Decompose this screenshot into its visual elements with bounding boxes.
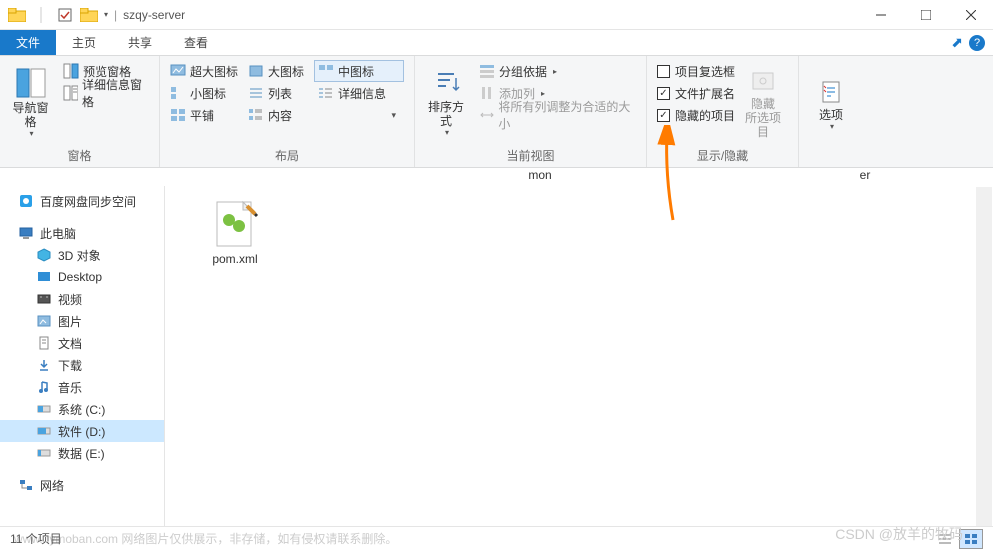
nav-downloads[interactable]: 下载 [0,354,164,376]
sort-by-button[interactable]: 排序方式 ▾ [421,60,471,145]
tab-home[interactable]: 主页 [56,30,112,55]
checkbox-icon: ✓ [657,87,670,100]
details-view-button[interactable]: 详细信息 [314,82,404,104]
tab-share[interactable]: 共享 [112,30,168,55]
item-checkboxes-toggle[interactable]: 项目复选框 [653,60,739,82]
folder-icon [6,4,28,26]
nav-baidu[interactable]: 百度网盘同步空间 [0,190,164,212]
group-layout-label: 布局 [160,145,414,167]
xml-file-icon [211,200,259,248]
layout-more[interactable]: ▾ [314,104,400,126]
close-button[interactable] [948,0,993,30]
window-title: szqy-server [123,8,185,22]
group-show-hide: 项目复选框 ✓文件扩展名 ✓隐藏的项目 隐藏 所选项目 显示/隐藏 [647,56,799,167]
list-button[interactable]: 列表 [244,82,314,104]
options-button[interactable]: 选项 ▾ [805,60,857,148]
help-icon[interactable]: ? [969,35,985,51]
maximize-button[interactable] [903,0,948,30]
small-icons-button[interactable]: 小图标 [166,82,244,104]
group-show-hide-label: 显示/隐藏 [647,145,798,167]
nav-pane: 百度网盘同步空间 此电脑 3D 对象 Desktop 视频 图片 文档 下载 音… [0,186,165,527]
window-controls [858,0,993,30]
group-pane: 导航窗格 ▾ 预览窗格 详细信息窗格 窗格 [0,56,160,167]
group-options: 选项 ▾ [799,56,993,167]
minimize-ribbon-icon[interactable]: ⬈ [951,34,963,51]
extra-large-icons-button[interactable]: 超大图标 [166,60,244,82]
nav-drive-e[interactable]: 数据 (E:) [0,442,164,464]
checkbox-icon [657,65,670,78]
group-current-view-label: 当前视图 [415,145,646,167]
group-current-view: 排序方式 ▾ 分组依据▸ 添加列▸ 将所有列调整为合适的大小 当前视图 [415,56,647,167]
nav-drive-d[interactable]: 软件 (D:) [0,420,164,442]
nav-desktop[interactable]: Desktop [0,266,164,288]
details-pane-label: 详细信息窗格 [82,76,149,110]
scrollbar[interactable] [976,187,992,527]
checkbox-icon: ✓ [657,109,670,122]
nav-3d[interactable]: 3D 对象 [0,244,164,266]
ribbon-tabs: 文件 主页 共享 查看 ⬈ ? [0,30,993,56]
tab-view[interactable]: 查看 [168,30,224,55]
file-item[interactable]: pom.xml [195,200,275,266]
nav-pane-button[interactable]: 导航窗格 ▾ [6,60,55,145]
nav-pane-label: 导航窗格 [8,101,53,129]
tiles-button[interactable]: 平铺 [166,104,244,126]
file-ext-toggle[interactable]: ✓文件扩展名 [653,82,739,104]
cropped-text-row: mon er [0,168,993,186]
file-label: pom.xml [212,252,257,266]
qat-separator [30,4,52,26]
group-pane-label: 窗格 [0,145,159,167]
content-button[interactable]: 内容 [244,104,314,126]
group-by-button[interactable]: 分组依据▸ [475,60,640,82]
large-icons-button[interactable]: 大图标 [244,60,314,82]
nav-this-pc[interactable]: 此电脑 [0,222,164,244]
group-layout: 超大图标 小图标 平铺 大图标 列表 内容 中图标 详细信息 ▾ 布局 [160,56,415,167]
nav-documents[interactable]: 文档 [0,332,164,354]
hide-selected-button[interactable]: 隐藏 所选项目 [739,60,787,145]
size-columns-button[interactable]: 将所有列调整为合适的大小 [475,104,640,126]
qat-dropdown[interactable]: ▾ [104,10,108,19]
medium-icons-button[interactable]: 中图标 [314,60,404,82]
hidden-items-toggle[interactable]: ✓隐藏的项目 [653,104,739,126]
options-label: 选项 [819,108,843,122]
properties-icon[interactable] [54,4,76,26]
nav-network[interactable]: 网络 [0,474,164,496]
minimize-button[interactable] [858,0,903,30]
main-area: 百度网盘同步空间 此电脑 3D 对象 Desktop 视频 图片 文档 下载 音… [0,186,993,527]
ribbon: 导航窗格 ▾ 预览窗格 详细信息窗格 窗格 超大图标 小图标 平铺 [0,56,993,168]
nav-drive-c[interactable]: 系统 (C:) [0,398,164,420]
nav-videos[interactable]: 视频 [0,288,164,310]
folder-icon-2[interactable] [78,4,100,26]
nav-music[interactable]: 音乐 [0,376,164,398]
content-area[interactable]: pom.xml [165,186,993,527]
titlebar: ▾ | szqy-server [0,0,993,30]
quick-access-toolbar: ▾ [0,4,108,26]
item-count: 11 个项目 [10,530,62,547]
watermark-csdn: CSDN @放羊的牧码 [835,524,963,544]
title-separator: | [114,8,117,22]
sort-by-label: 排序方式 [423,100,469,128]
nav-pictures[interactable]: 图片 [0,310,164,332]
details-pane-button[interactable]: 详细信息窗格 [59,82,153,104]
tab-file[interactable]: 文件 [0,30,56,55]
